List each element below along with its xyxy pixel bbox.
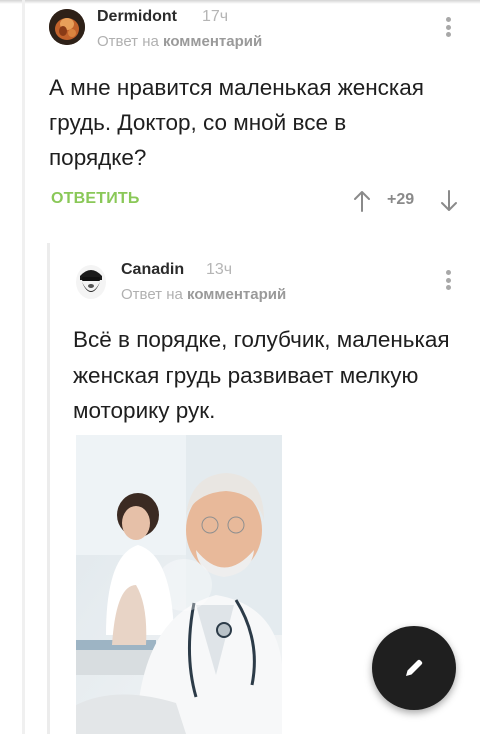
- reply-target[interactable]: комментарий: [163, 33, 262, 50]
- reply-button[interactable]: ОТВЕТИТЬ: [51, 190, 140, 208]
- reply-to-link[interactable]: Ответ на комментарий: [121, 286, 286, 303]
- comment-text: Всё в порядке, голубчик, маленькая женск…: [73, 327, 450, 423]
- avatar[interactable]: [49, 9, 85, 45]
- nested-thread-rail: [47, 243, 50, 734]
- comment-actions: ОТВЕТИТЬ +29: [51, 190, 459, 212]
- compose-button[interactable]: [372, 626, 456, 710]
- more-vertical-icon[interactable]: [440, 268, 456, 292]
- attached-image[interactable]: [76, 435, 282, 734]
- timestamp: 17ч: [202, 8, 229, 25]
- reply-prefix: Ответ на: [97, 33, 159, 50]
- avatar[interactable]: [74, 262, 108, 300]
- reply-to-link[interactable]: Ответ на комментарий: [97, 33, 262, 50]
- pencil-icon: [406, 659, 423, 676]
- thread-rail: [22, 0, 25, 734]
- reply-target[interactable]: комментарий: [187, 286, 286, 303]
- top-edge-shadow: [0, 0, 480, 4]
- comment-text: А мне нравится маленькая женская грудь. …: [49, 75, 424, 170]
- author-name[interactable]: Canadin: [121, 261, 184, 279]
- reply-prefix: Ответ на: [121, 286, 183, 303]
- arrow-down-icon[interactable]: [440, 190, 458, 212]
- rating-count: +29: [387, 191, 415, 208]
- timestamp: 13ч: [206, 261, 233, 278]
- more-vertical-icon[interactable]: [440, 15, 456, 39]
- author-name[interactable]: Dermidont: [97, 8, 177, 26]
- arrow-up-icon[interactable]: [353, 190, 371, 212]
